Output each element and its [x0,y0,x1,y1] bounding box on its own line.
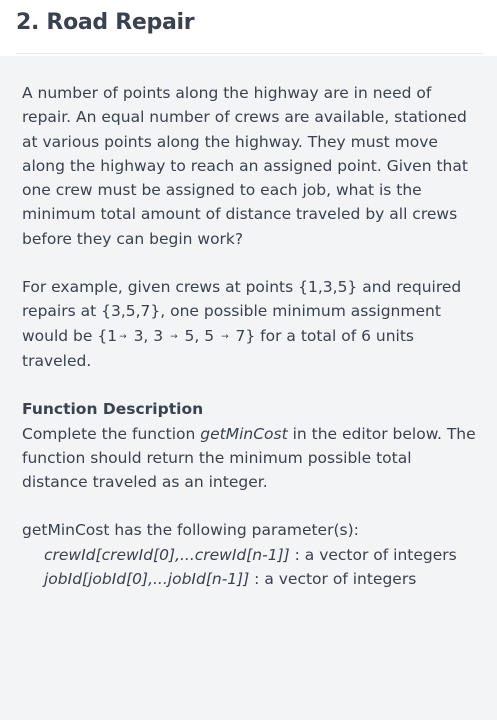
example-text-3: 5, 5 [179,326,220,345]
arrow-icon: → [119,331,127,342]
parameters-intro: getMinCost has the following parameter(s… [22,521,359,540]
title-divider [16,53,483,54]
parameter-description: : a vector of integers [249,570,417,589]
example-text-2: 3, 3 [128,326,169,345]
problem-description: A number of points along the highway are… [22,84,468,248]
function-description-heading: Function Description [22,400,204,419]
function-name: getMinCost [200,424,288,443]
problem-statement: A number of points along the highway are… [22,81,480,591]
function-desc-before: Complete the function [22,424,201,443]
problem-title: 2. Road Repair [16,10,195,35]
parameter-jobid: jobId[jobId[0],...jobId[n-1]] : a vector… [22,567,480,591]
parameter-crewid: crewId[crewId[0],...crewId[n-1]] : a vec… [22,543,480,567]
parameter-name: jobId[jobId[0],...jobId[n-1]] [44,570,250,589]
arrow-icon: → [221,331,229,342]
parameter-name: crewId[crewId[0],...crewId[n-1]] [44,545,290,564]
function-description-text: Complete the function getMinCost in the … [22,422,480,495]
arrow-icon: → [170,331,178,342]
example-paragraph: For example, given crews at points {1,3,… [22,275,480,373]
parameter-description: : a vector of integers [289,545,457,564]
